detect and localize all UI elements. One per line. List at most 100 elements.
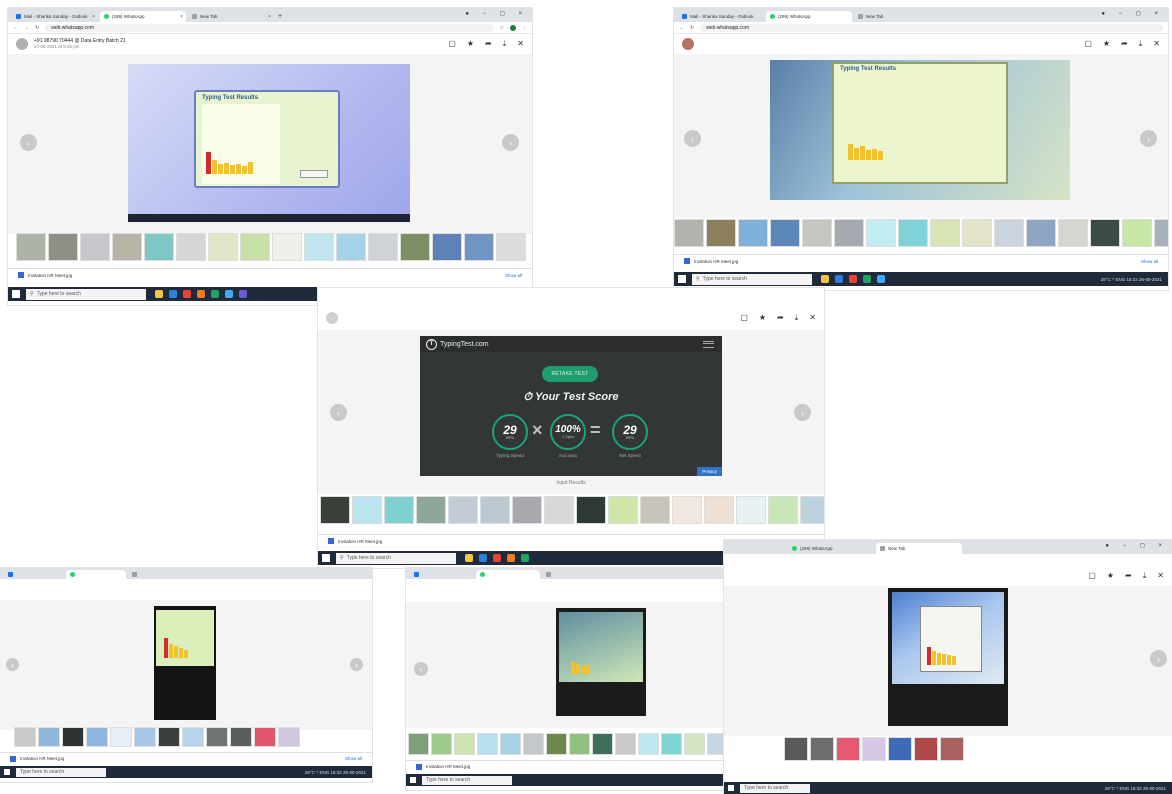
tab-outlook[interactable]: Mail - Sharika Sanday - Outlook × (12, 11, 98, 22)
previous-arrow-icon[interactable]: ‹ (20, 134, 37, 151)
star-icon[interactable]: ★ (467, 39, 474, 49)
url-field[interactable]: web.whatsapp.com (700, 23, 1163, 32)
close-icon[interactable]: ✕ (809, 313, 816, 323)
system-tray[interactable]: 28°C ^ ENG 18:32 26-08-2021 (305, 770, 366, 775)
download-file[interactable]: Invitation HR Meet.jpg (28, 273, 72, 278)
windows-start-icon[interactable] (322, 554, 330, 562)
typingtest-brand: TypingTest.com (440, 340, 489, 348)
show-all-link[interactable]: Show all (345, 756, 362, 761)
tab-whatsapp[interactable] (66, 570, 126, 579)
star-icon[interactable]: ☆ (500, 25, 504, 31)
next-arrow-icon[interactable]: › (502, 134, 519, 151)
back-icon[interactable]: ← (679, 25, 684, 31)
windows-start-icon[interactable] (678, 275, 686, 283)
forward-icon[interactable]: ➦ (777, 313, 784, 323)
results-chart (848, 140, 883, 160)
tab-whatsapp[interactable]: (299) WhatsApp (766, 11, 852, 22)
close-icon[interactable]: × (180, 14, 183, 20)
next-arrow-icon[interactable]: › (350, 658, 363, 671)
download-file[interactable]: Invitation HR Meet.jpg (426, 764, 470, 769)
tab-new[interactable]: New Tab × (188, 11, 274, 22)
reload-icon[interactable]: ↻ (690, 25, 694, 31)
previous-arrow-icon[interactable]: ‹ (414, 662, 428, 676)
download-file[interactable]: Invitation HR Meet.jpg (20, 756, 64, 761)
taskbar-search[interactable]: ⚲ Type here to search (26, 288, 146, 300)
outlook-icon (8, 572, 13, 577)
windows-start-icon[interactable] (4, 769, 10, 775)
star-icon[interactable]: ★ (759, 313, 766, 323)
open-chat-icon[interactable]: ▢ (448, 39, 456, 49)
next-arrow-icon[interactable]: › (1140, 130, 1157, 147)
open-chat-icon[interactable]: ▢ (1084, 39, 1092, 49)
reload-icon[interactable]: ↻ (35, 25, 39, 31)
hamburger-menu-icon[interactable] (703, 340, 714, 348)
avatar[interactable] (682, 38, 694, 50)
new-tab-button[interactable]: + (278, 13, 282, 20)
tab-whatsapp[interactable]: (299) WhatsApp × (100, 11, 186, 22)
typing-results-title: Typing Test Results (840, 66, 897, 72)
taskbar-search[interactable]: ⚲ Type here to search (336, 552, 456, 564)
windows-start-icon[interactable] (12, 290, 20, 298)
open-chat-icon[interactable]: ▢ (740, 313, 748, 323)
back-icon[interactable]: ← (13, 25, 18, 31)
retake-test-button[interactable]: RETAKE TEST (542, 366, 598, 382)
windows-start-icon[interactable] (410, 777, 416, 783)
close-icon[interactable]: × (268, 14, 271, 20)
download-icon[interactable]: ⤓ (1143, 571, 1147, 581)
url-field[interactable]: web.whatsapp.com (45, 23, 494, 32)
taskbar-search[interactable]: Type here to search (16, 767, 106, 777)
star-icon[interactable]: ★ (1107, 571, 1114, 581)
tab-outlook[interactable] (410, 570, 474, 579)
outlook-icon (16, 14, 21, 19)
close-icon[interactable]: ✕ (1157, 571, 1164, 581)
taskbar-search[interactable]: Type here to search (422, 775, 512, 785)
taskbar-search[interactable]: Type here to search (740, 783, 810, 793)
show-all-link[interactable]: Show all (1141, 259, 1158, 264)
system-tray[interactable]: 28°C ^ ENG 18:32 26-08-2021 (1101, 277, 1162, 282)
privacy-badge[interactable]: Privacy (697, 467, 722, 476)
star-icon[interactable]: ★ (1103, 39, 1110, 49)
forward-icon[interactable]: ➦ (1121, 39, 1128, 49)
outlook-icon (414, 572, 419, 577)
show-all-link[interactable]: Show all (505, 273, 522, 278)
monitor-photo (556, 608, 646, 716)
tab-new[interactable] (128, 570, 188, 579)
monitor-photo (154, 606, 216, 720)
close-icon[interactable]: ✕ (1153, 39, 1160, 49)
profile-avatar[interactable] (510, 24, 516, 31)
download-icon[interactable]: ⤓ (503, 39, 507, 49)
menu-icon[interactable]: ⋮ (522, 25, 527, 31)
sender-name: +91 98790 70444 @ Data Entry Batch 21 (34, 37, 126, 44)
previous-arrow-icon[interactable]: ‹ (684, 130, 701, 147)
download-icon[interactable]: ⤓ (795, 313, 799, 323)
previous-arrow-icon[interactable]: ‹ (6, 658, 19, 671)
thumbnail-strip (318, 495, 824, 525)
avatar[interactable] (16, 38, 28, 50)
tab-new[interactable]: New Tab (854, 11, 940, 22)
next-arrow-icon[interactable]: › (794, 404, 811, 421)
forward-icon[interactable]: → (24, 25, 29, 31)
previous-arrow-icon[interactable]: ‹ (330, 404, 347, 421)
forward-icon[interactable]: ➦ (1125, 571, 1132, 581)
system-tray[interactable]: 28°C ^ ENG 18:32 26-08-2021 (1105, 786, 1166, 791)
download-file[interactable]: Invitation HR Meet.jpg (694, 259, 738, 264)
avatar[interactable] (326, 312, 338, 324)
tab-new[interactable] (542, 570, 606, 579)
window-controls[interactable]: ● − ◻ × (465, 10, 528, 17)
download-file[interactable]: Invitation HR Meet.jpg (338, 539, 382, 544)
window-controls[interactable]: ● − ◻ × (1101, 10, 1164, 17)
tab-new[interactable]: New Tab (876, 543, 962, 554)
forward-icon[interactable]: ➦ (485, 39, 492, 49)
taskbar-search[interactable]: ⚲ Type here to search (692, 273, 812, 285)
tab-whatsapp[interactable] (476, 570, 540, 579)
window-controls[interactable]: ● − ◻ × (1105, 542, 1168, 549)
tab-outlook[interactable]: Mail - Sharika Sanday - Outlook (678, 11, 764, 22)
tab-outlook[interactable] (4, 570, 64, 579)
windows-start-icon[interactable] (728, 785, 734, 791)
download-icon[interactable]: ⤓ (1139, 39, 1143, 49)
close-icon[interactable]: × (92, 14, 95, 20)
next-arrow-icon[interactable]: › (1150, 650, 1167, 667)
open-chat-icon[interactable]: ▢ (1088, 571, 1096, 581)
tab-whatsapp[interactable]: (299) WhatsApp (788, 543, 874, 554)
close-icon[interactable]: ✕ (517, 39, 524, 49)
